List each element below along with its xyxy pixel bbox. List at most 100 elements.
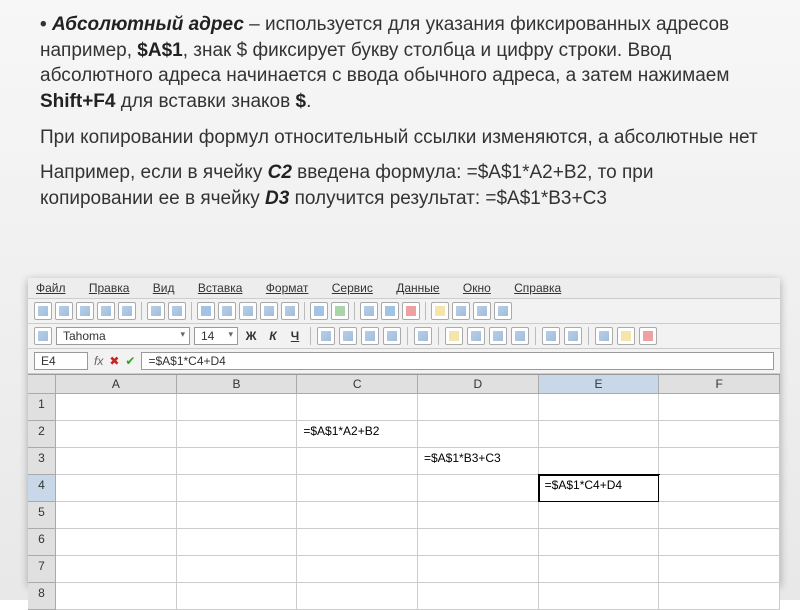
cell-b7[interactable] xyxy=(177,556,298,583)
spellcheck-icon[interactable] xyxy=(197,302,215,320)
row-header-1[interactable]: 1 xyxy=(28,394,56,421)
cell-c4[interactable] xyxy=(297,475,418,502)
cell-c2[interactable]: =$A$1*A2+B2 xyxy=(297,421,418,448)
currency-icon[interactable] xyxy=(445,327,463,345)
link-icon[interactable] xyxy=(360,302,378,320)
cell-b3[interactable] xyxy=(177,448,298,475)
col-header-d[interactable]: D xyxy=(418,375,539,394)
format-brush-icon[interactable] xyxy=(281,302,299,320)
cell-e1[interactable] xyxy=(539,394,660,421)
cell-f5[interactable] xyxy=(659,502,780,529)
indent-dec-icon[interactable] xyxy=(542,327,560,345)
menu-view[interactable]: Вид xyxy=(153,281,185,295)
cell-f6[interactable] xyxy=(659,529,780,556)
cell-b5[interactable] xyxy=(177,502,298,529)
cell-a3[interactable] xyxy=(56,448,177,475)
row-header-7[interactable]: 7 xyxy=(28,556,56,583)
cell-e8[interactable] xyxy=(539,583,660,610)
align-justify-icon[interactable] xyxy=(383,327,401,345)
undo-icon[interactable] xyxy=(310,302,328,320)
cell-b6[interactable] xyxy=(177,529,298,556)
row-header-3[interactable]: 3 xyxy=(28,448,56,475)
cell-b4[interactable] xyxy=(177,475,298,502)
pdf-icon[interactable] xyxy=(118,302,136,320)
col-header-b[interactable]: B xyxy=(177,375,298,394)
formula-input[interactable]: =$A$1*C4+D4 xyxy=(141,352,774,370)
cell-d8[interactable] xyxy=(418,583,539,610)
cell-f4[interactable] xyxy=(659,475,780,502)
cut-icon[interactable] xyxy=(218,302,236,320)
cell-b1[interactable] xyxy=(177,394,298,421)
col-header-f[interactable]: F xyxy=(659,375,780,394)
cell-a8[interactable] xyxy=(56,583,177,610)
sort-desc-icon[interactable] xyxy=(402,302,420,320)
sort-asc-icon[interactable] xyxy=(381,302,399,320)
fontcolor-icon[interactable] xyxy=(639,327,657,345)
col-header-c[interactable]: C xyxy=(297,375,418,394)
cell-e7[interactable] xyxy=(539,556,660,583)
cell-d7[interactable] xyxy=(418,556,539,583)
cell-f7[interactable] xyxy=(659,556,780,583)
cell-a5[interactable] xyxy=(56,502,177,529)
navigator-icon[interactable] xyxy=(452,302,470,320)
align-left-icon[interactable] xyxy=(317,327,335,345)
cell-reference-box[interactable]: E4 xyxy=(34,352,88,370)
row-header-5[interactable]: 5 xyxy=(28,502,56,529)
cell-a2[interactable] xyxy=(56,421,177,448)
corner-cell[interactable] xyxy=(28,375,56,394)
cell-c1[interactable] xyxy=(297,394,418,421)
row-header-6[interactable]: 6 xyxy=(28,529,56,556)
cell-d1[interactable] xyxy=(418,394,539,421)
preview-icon[interactable] xyxy=(168,302,186,320)
cell-e4[interactable]: =$A$1*C4+D4 xyxy=(539,475,660,502)
cell-a6[interactable] xyxy=(56,529,177,556)
menu-help[interactable]: Справка xyxy=(514,281,571,295)
print-icon[interactable] xyxy=(147,302,165,320)
cell-d6[interactable] xyxy=(418,529,539,556)
cell-f8[interactable] xyxy=(659,583,780,610)
cell-f1[interactable] xyxy=(659,394,780,421)
cell-b8[interactable] xyxy=(177,583,298,610)
menu-format[interactable]: Формат xyxy=(266,281,319,295)
cell-f2[interactable] xyxy=(659,421,780,448)
cell-d3[interactable]: =$A$1*B3+C3 xyxy=(418,448,539,475)
cell-c6[interactable] xyxy=(297,529,418,556)
col-header-e[interactable]: E xyxy=(539,375,660,394)
help-icon[interactable] xyxy=(494,302,512,320)
paste-icon[interactable] xyxy=(260,302,278,320)
cell-c7[interactable] xyxy=(297,556,418,583)
spreadsheet-grid[interactable]: A B C D E F 1 2 =$A$1*A2+B2 3 =$A$1*B3+C… xyxy=(28,374,780,610)
row-header-8[interactable]: 8 xyxy=(28,583,56,610)
menu-insert[interactable]: Вставка xyxy=(198,281,253,295)
cell-d4[interactable] xyxy=(418,475,539,502)
styles-icon[interactable] xyxy=(34,327,52,345)
cell-a1[interactable] xyxy=(56,394,177,421)
redo-icon[interactable] xyxy=(331,302,349,320)
decimal-remove-icon[interactable] xyxy=(511,327,529,345)
new-icon[interactable] xyxy=(34,302,52,320)
cell-c5[interactable] xyxy=(297,502,418,529)
indent-inc-icon[interactable] xyxy=(564,327,582,345)
menu-edit[interactable]: Правка xyxy=(89,281,140,295)
bgcolor-icon[interactable] xyxy=(617,327,635,345)
open-icon[interactable] xyxy=(55,302,73,320)
font-size-select[interactable]: 14 xyxy=(194,327,238,345)
cell-e2[interactable] xyxy=(539,421,660,448)
menu-tools[interactable]: Сервис xyxy=(332,281,383,295)
row-header-2[interactable]: 2 xyxy=(28,421,56,448)
cell-e5[interactable] xyxy=(539,502,660,529)
email-icon[interactable] xyxy=(97,302,115,320)
menu-file[interactable]: Файл xyxy=(36,281,76,295)
menu-bar[interactable]: Файл Правка Вид Вставка Формат Сервис Да… xyxy=(28,278,780,299)
cell-e3[interactable] xyxy=(539,448,660,475)
fx-icon[interactable]: fx xyxy=(94,354,103,368)
cell-c3[interactable] xyxy=(297,448,418,475)
align-center-icon[interactable] xyxy=(339,327,357,345)
row-header-4[interactable]: 4 xyxy=(28,475,56,502)
merge-icon[interactable] xyxy=(414,327,432,345)
zoom-icon[interactable] xyxy=(473,302,491,320)
cell-d5[interactable] xyxy=(418,502,539,529)
font-name-select[interactable]: Tahoma xyxy=(56,327,190,345)
col-header-a[interactable]: A xyxy=(56,375,177,394)
cell-c8[interactable] xyxy=(297,583,418,610)
